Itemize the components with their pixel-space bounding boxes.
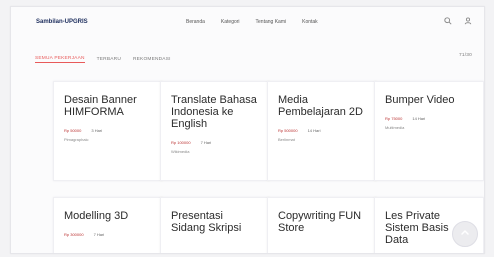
nav-kategori[interactable]: Kategori xyxy=(221,19,240,25)
job-title: Media Pembelajaran 2D xyxy=(278,94,363,118)
job-meta: Rp 300000 7 Hari xyxy=(64,232,152,237)
job-title: Desain Banner HIMFORMA xyxy=(64,94,137,118)
job-duration: 3 Hari xyxy=(91,128,103,133)
job-category: Wikimedia xyxy=(171,149,190,154)
job-title: Presentasi Sidang Skripsi xyxy=(171,210,242,234)
job-card[interactable]: Modelling 3D Rp 300000 7 Hari xyxy=(53,197,163,253)
job-card[interactable]: Presentasi Sidang Skripsi xyxy=(160,197,270,253)
tab-terbaru[interactable]: TERBARU xyxy=(97,57,121,62)
top-bar: Sambilan-UPGRIS Beranda Kategori Tentang… xyxy=(11,7,484,41)
job-meta: Rp 500000 14 Hari xyxy=(278,128,366,133)
job-duration: 14 Hari xyxy=(307,128,321,133)
job-meta: Rp 50000 3 Hari xyxy=(64,128,152,133)
tab-rekomendasi[interactable]: REKOMENDASI xyxy=(133,57,171,62)
job-card[interactable]: Bumper Video Rp 75000 14 Hari Multimedia xyxy=(374,81,484,181)
job-title: Bumper Video xyxy=(385,94,455,106)
job-duration: 7 Hari xyxy=(93,232,105,237)
job-title: Translate Bahasa Indonesia ke English xyxy=(171,94,257,130)
job-duration: 7 Hari xyxy=(200,140,212,145)
job-price: Rp 300000 xyxy=(64,232,84,237)
nav-beranda[interactable]: Beranda xyxy=(186,19,205,25)
job-card[interactable]: Desain Banner HIMFORMA Rp 50000 3 Hari P… xyxy=(53,81,163,181)
job-meta: Rp 75000 14 Hari xyxy=(385,116,473,121)
job-meta: Rp 100000 7 Hari xyxy=(171,140,259,145)
site-logo[interactable]: Sambilan-UPGRIS xyxy=(36,19,88,25)
job-price: Rp 75000 xyxy=(385,116,403,121)
job-category: Berlinmat xyxy=(278,137,295,142)
job-tabs: SEMUA PEKERJAAN TERBARU REKOMENDASI 71/3… xyxy=(35,53,472,65)
job-category: Pimagraphaic xyxy=(64,137,89,142)
job-title: Modelling 3D xyxy=(64,210,129,222)
results-count: 71/30 xyxy=(458,53,472,58)
job-duration: 14 Hari xyxy=(412,116,426,121)
chevron-up-icon xyxy=(460,225,470,243)
scroll-to-top-button[interactable] xyxy=(452,221,478,247)
page: Sambilan-UPGRIS Beranda Kategori Tentang… xyxy=(0,0,494,257)
job-card[interactable]: Media Pembelajaran 2D Rp 500000 14 Hari … xyxy=(267,81,377,181)
header-actions xyxy=(444,17,472,25)
job-price: Rp 50000 xyxy=(64,128,82,133)
nav-kontak[interactable]: Kontak xyxy=(302,19,318,25)
job-card[interactable]: Copywriting FUN Store xyxy=(267,197,377,253)
job-card[interactable]: Translate Bahasa Indonesia ke English Rp… xyxy=(160,81,270,181)
main-nav: Beranda Kategori Tentang Kami Kontak xyxy=(186,19,318,25)
job-grid: Desain Banner HIMFORMA Rp 50000 3 Hari P… xyxy=(53,81,484,253)
app-frame: Sambilan-UPGRIS Beranda Kategori Tentang… xyxy=(10,6,485,254)
tab-semua-pekerjaan[interactable]: SEMUA PEKERJAAN xyxy=(35,56,85,63)
search-icon[interactable] xyxy=(444,17,452,25)
job-category: Multimedia xyxy=(385,125,405,130)
job-title: Copywriting FUN Store xyxy=(278,210,362,234)
job-price: Rp 100000 xyxy=(171,140,191,145)
job-price: Rp 500000 xyxy=(278,128,298,133)
nav-tentang-kami[interactable]: Tentang Kami xyxy=(256,19,287,25)
user-icon[interactable] xyxy=(464,17,472,25)
